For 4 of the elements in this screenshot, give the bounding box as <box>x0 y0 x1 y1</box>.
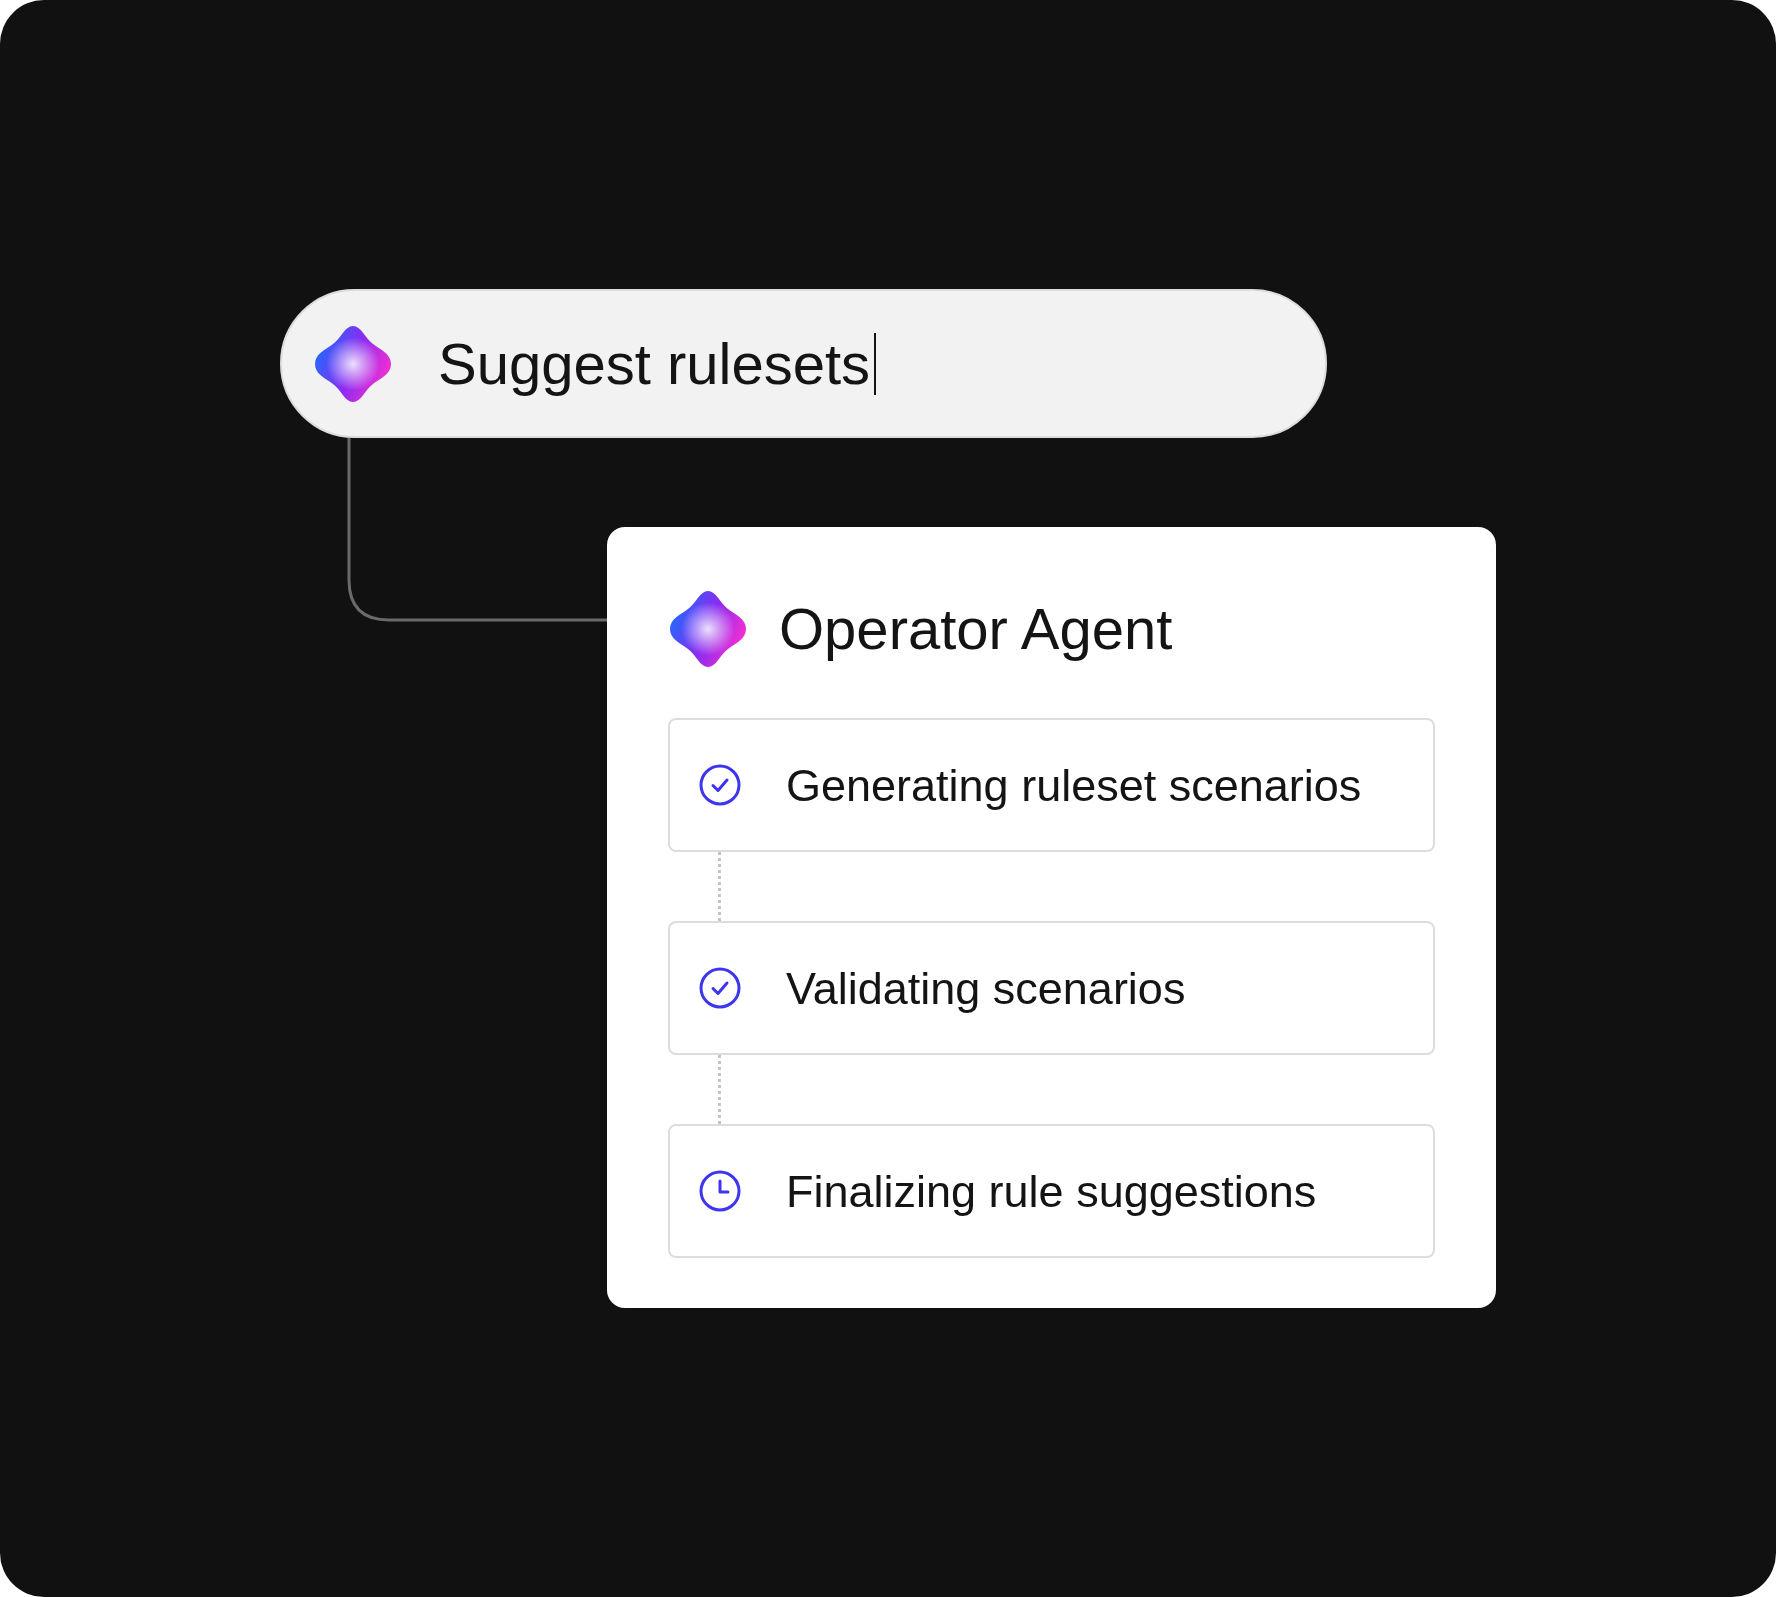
step-label: Finalizing rule suggestions <box>786 1168 1317 1214</box>
step-label: Generating ruleset scenarios <box>786 762 1362 808</box>
prompt-field[interactable]: Suggest rulesets <box>280 289 1327 438</box>
step-label: Validating scenarios <box>786 965 1186 1011</box>
